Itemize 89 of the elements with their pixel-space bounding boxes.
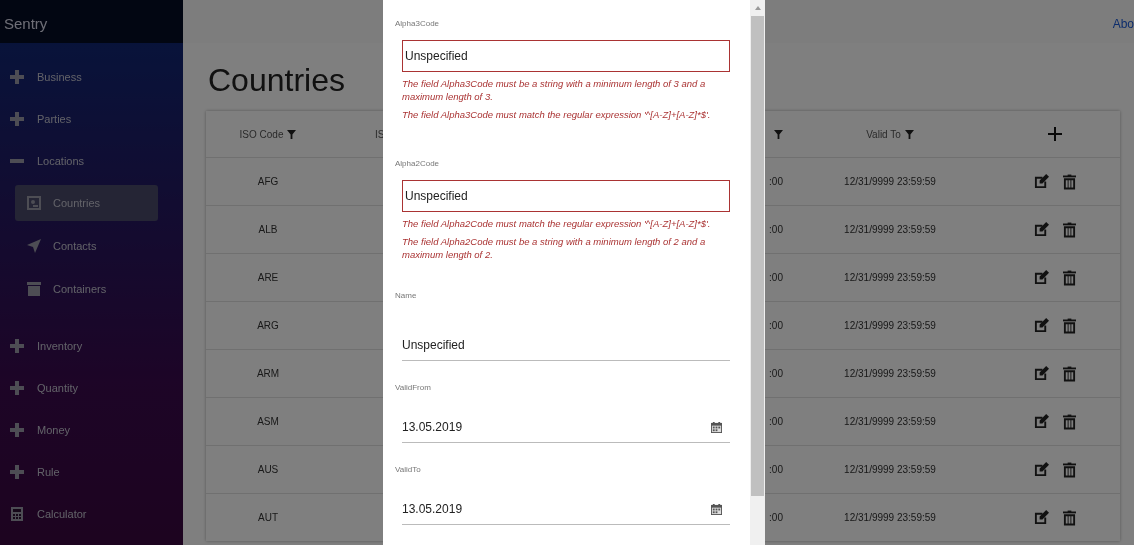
nav-item[interactable]: Quantity — [0, 367, 183, 409]
calculator-icon — [10, 507, 24, 521]
paper-plane-icon — [27, 239, 41, 253]
error-message: The field Alpha3Code must be a string with a minimum length of 3 and a maximum length of 3. — [402, 77, 707, 103]
minus-icon — [10, 159, 24, 163]
table-cell: ALB — [258, 224, 278, 235]
error-message: The field Alpha3Code must match the regular expression '^[A-Z]+[A-Z]*$'. — [402, 108, 712, 121]
nav-item[interactable]: Business — [0, 56, 183, 98]
trash-icon[interactable] — [1063, 317, 1076, 334]
filter-icon[interactable] — [287, 129, 297, 139]
input-field[interactable]: Unspecified — [402, 40, 730, 72]
table-cell: ARG — [257, 320, 279, 331]
field-label: ValidFrom — [395, 383, 432, 392]
table-cell: :00 — [769, 320, 783, 331]
nav-item[interactable]: Calculator — [0, 493, 183, 535]
input-field[interactable]: Unspecified — [402, 330, 730, 361]
column-header[interactable]: Valid To — [866, 128, 901, 140]
plus-icon — [10, 381, 24, 395]
edit-icon[interactable] — [1034, 270, 1049, 285]
table-cell: :00 — [769, 224, 783, 235]
nav-item[interactable]: Parties — [0, 98, 183, 140]
nav-item[interactable]: Money — [0, 409, 183, 451]
map-icon — [27, 196, 41, 210]
box-icon — [27, 282, 41, 296]
edit-icon[interactable] — [1034, 510, 1049, 525]
field-label: Name — [395, 291, 418, 300]
scrollbar-thumb[interactable] — [751, 16, 764, 496]
table-cell: :00 — [769, 416, 783, 427]
trash-icon[interactable] — [1063, 269, 1076, 286]
input-field[interactable]: Unspecified — [402, 180, 730, 212]
edit-icon[interactable] — [1034, 318, 1049, 333]
calendar-icon[interactable] — [711, 503, 722, 515]
error-message: The field Alpha2Code must be a string with a minimum length of 2 and a maximum length of 2. — [402, 235, 707, 261]
plus-icon — [10, 70, 24, 84]
table-cell: AUT — [258, 512, 278, 523]
table-cell: :00 — [769, 512, 783, 523]
table-cell: 12/31/9999 23:59:59 — [844, 176, 936, 187]
field-label: Alpha3Code — [395, 19, 441, 28]
page-title: Countries — [208, 65, 345, 95]
table-cell: ASM — [257, 416, 279, 427]
calendar-icon[interactable] — [711, 421, 722, 433]
table-cell: AFG — [257, 176, 279, 187]
trash-icon[interactable] — [1063, 413, 1076, 430]
nav-subitem[interactable]: Contacts — [15, 228, 158, 264]
edit-icon[interactable] — [1034, 366, 1049, 381]
plus-icon — [10, 339, 24, 353]
trash-icon[interactable] — [1063, 509, 1076, 526]
nav-subitem[interactable]: Countries — [15, 185, 158, 221]
app-title: Sentry — [0, 0, 183, 43]
date-field[interactable]: 13.05.2019 — [402, 494, 730, 525]
error-message: The field Alpha2Code must match the regular expression '^[A-Z]+[A-Z]*$'. — [402, 217, 712, 230]
scrollbar[interactable] — [750, 0, 765, 545]
table-cell: 12/31/9999 23:59:59 — [844, 272, 936, 283]
table-cell: :00 — [769, 176, 783, 187]
nav-item[interactable]: Inventory — [0, 325, 183, 367]
nav-item[interactable]: Rule — [0, 451, 183, 493]
nav-item[interactable]: Locations — [0, 140, 183, 182]
edit-icon[interactable] — [1034, 174, 1049, 189]
table-cell: :00 — [769, 464, 783, 475]
trash-icon[interactable] — [1063, 173, 1076, 190]
add-icon[interactable] — [1048, 127, 1062, 141]
field-label: Alpha2Code — [395, 159, 441, 168]
table-cell: ARE — [257, 272, 279, 283]
table-cell: ARM — [256, 368, 280, 379]
filter-icon[interactable] — [904, 129, 914, 139]
table-cell: :00 — [769, 368, 783, 379]
table-cell: AUS — [257, 464, 279, 475]
table-cell: 12/31/9999 23:59:59 — [844, 416, 936, 427]
trash-icon[interactable] — [1063, 461, 1076, 478]
edit-icon[interactable] — [1034, 462, 1049, 477]
edit-icon[interactable] — [1034, 222, 1049, 237]
table-cell: 12/31/9999 23:59:59 — [844, 368, 936, 379]
nav-subitem[interactable]: Containers — [15, 271, 158, 307]
date-field[interactable]: 13.05.2019 — [402, 412, 730, 443]
plus-icon — [10, 423, 24, 437]
field-label: ValidTo — [395, 465, 422, 474]
trash-icon[interactable] — [1063, 365, 1076, 382]
plus-icon — [10, 465, 24, 479]
plus-icon — [10, 112, 24, 126]
filter-icon[interactable] — [774, 129, 783, 139]
table-cell: :00 — [769, 272, 783, 283]
table-cell: 12/31/9999 23:59:59 — [844, 320, 936, 331]
table-cell: 12/31/9999 23:59:59 — [844, 224, 936, 235]
edit-icon[interactable] — [1034, 414, 1049, 429]
about-link[interactable]: Abo — [1112, 17, 1134, 31]
table-cell: 12/31/9999 23:59:59 — [844, 464, 936, 475]
trash-icon[interactable] — [1063, 221, 1076, 238]
column-header[interactable]: ISO Code — [239, 128, 284, 140]
table-cell: 12/31/9999 23:59:59 — [844, 512, 936, 523]
